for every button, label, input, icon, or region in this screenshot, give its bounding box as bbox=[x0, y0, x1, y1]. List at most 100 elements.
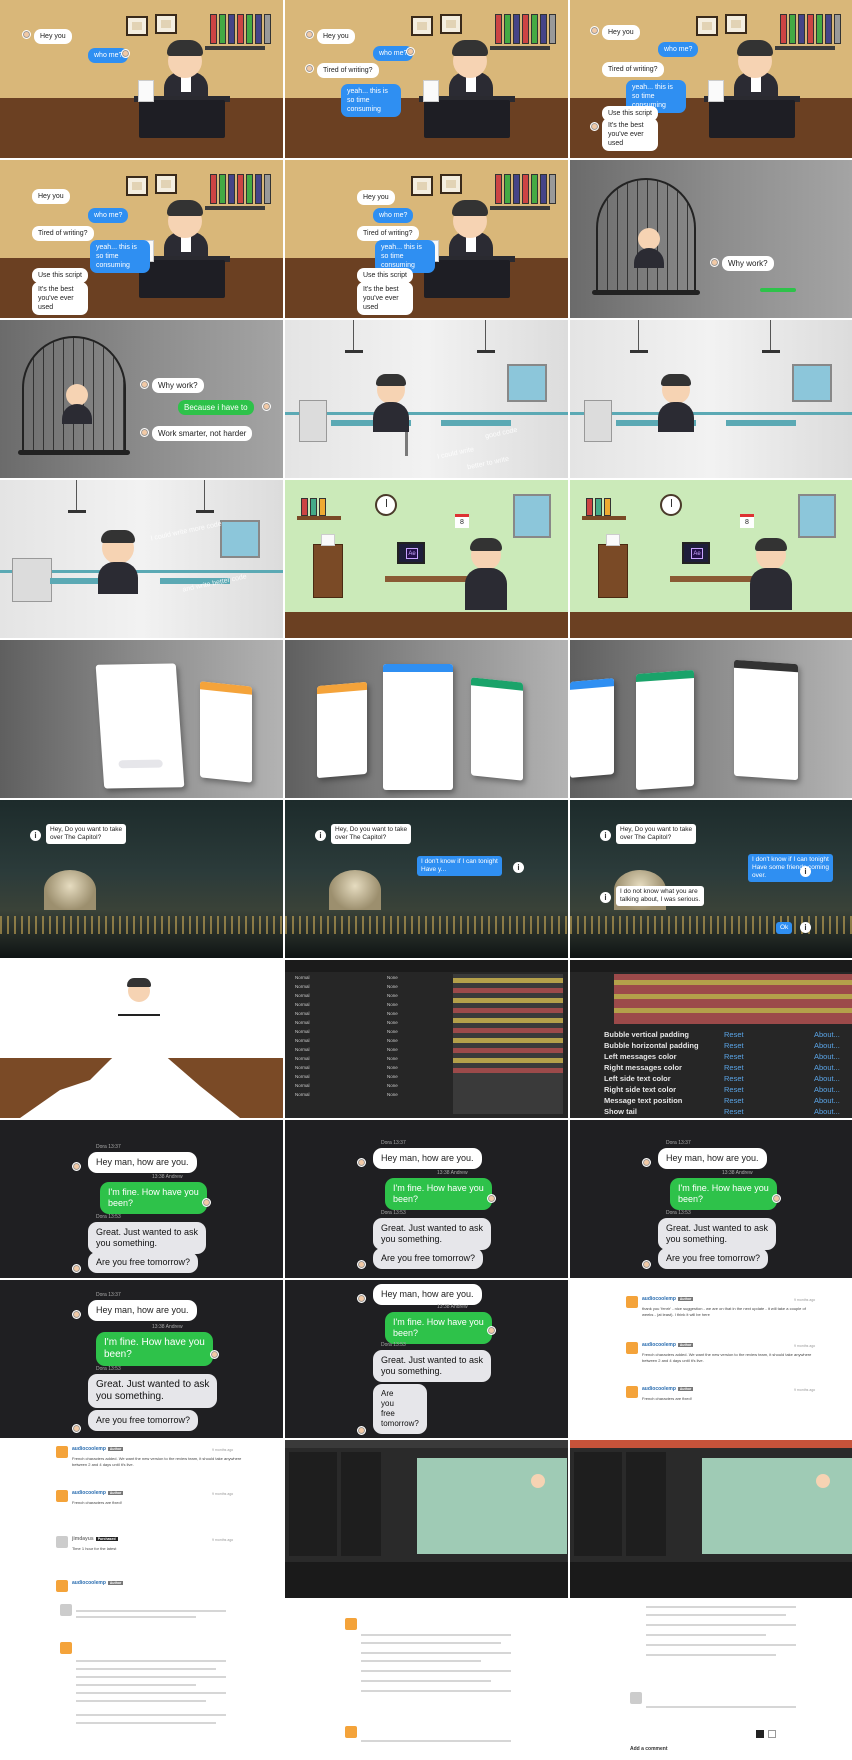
user-logo-icon bbox=[345, 1726, 357, 1738]
effect-property-row[interactable]: Right messages color Reset About... bbox=[604, 1063, 852, 1073]
layer-row[interactable]: Normal None bbox=[291, 1028, 441, 1035]
parent-value[interactable]: None bbox=[387, 1073, 398, 1080]
blend-mode[interactable]: Normal bbox=[295, 1001, 310, 1008]
app-header bbox=[636, 669, 694, 683]
layer-row[interactable]: Normal None bbox=[291, 1055, 441, 1062]
about-link[interactable]: About... bbox=[814, 1085, 840, 1095]
effect-property-row[interactable]: Message text position Reset About... bbox=[604, 1096, 852, 1106]
character-body bbox=[98, 562, 138, 594]
reset-link[interactable]: Reset bbox=[724, 1041, 744, 1051]
reset-link[interactable]: Reset bbox=[724, 1030, 744, 1040]
comment-username: audiocoolemp Author bbox=[72, 1446, 124, 1452]
layer-row[interactable]: Normal None bbox=[291, 1091, 441, 1098]
about-link[interactable]: About... bbox=[814, 1052, 840, 1062]
reset-link[interactable]: Reset bbox=[724, 1107, 744, 1117]
parent-value[interactable]: None bbox=[387, 974, 398, 981]
layer-row[interactable]: Normal None bbox=[291, 983, 441, 990]
effect-property-row[interactable]: Bubble horizontal padding Reset About... bbox=[604, 1041, 852, 1051]
layer-row[interactable]: Normal None bbox=[291, 1010, 441, 1017]
blend-mode[interactable]: Normal bbox=[295, 1064, 310, 1071]
layer-row[interactable]: Normal None bbox=[291, 974, 441, 981]
author-badge: Author bbox=[107, 1446, 124, 1451]
bubble-line: tomorrow? bbox=[381, 1419, 419, 1428]
about-link[interactable]: About... bbox=[814, 1074, 840, 1084]
chat-bubble: Hey you bbox=[602, 25, 640, 40]
tile-cage-1: Why work? bbox=[570, 160, 852, 318]
desk bbox=[709, 100, 795, 138]
layer-bar bbox=[453, 988, 563, 993]
blend-mode[interactable]: Normal bbox=[295, 1028, 310, 1035]
effect-property-row[interactable]: Left messages color Reset About... bbox=[604, 1052, 852, 1062]
blend-mode[interactable]: Normal bbox=[295, 1046, 310, 1053]
effect-property-row[interactable]: Bubble vertical padding Reset About... bbox=[604, 1030, 852, 1040]
parent-value[interactable]: None bbox=[387, 1010, 398, 1017]
layer-row[interactable]: Normal None bbox=[291, 1037, 441, 1044]
username-text: audiocoolemp bbox=[642, 1342, 676, 1348]
blend-mode[interactable]: Normal bbox=[295, 1055, 310, 1062]
tile-city-3: i Hey, Do you want to take over The Capit… bbox=[570, 800, 852, 958]
layer-row[interactable]: Normal None bbox=[291, 1019, 441, 1026]
reset-link[interactable]: Reset bbox=[724, 1096, 744, 1106]
layer-row[interactable]: Normal None bbox=[291, 1064, 441, 1071]
layer-row[interactable]: Normal None bbox=[291, 1073, 441, 1080]
comment-username: audiocoolemp Author bbox=[642, 1296, 694, 1302]
parent-value[interactable]: None bbox=[387, 1028, 398, 1035]
effect-property-row[interactable]: Left side text color Reset About... bbox=[604, 1074, 852, 1084]
blend-mode[interactable]: Normal bbox=[295, 1073, 310, 1080]
floating-text: I could write bbox=[436, 446, 475, 461]
parent-value[interactable]: None bbox=[387, 992, 398, 999]
pagination-next[interactable] bbox=[768, 1730, 776, 1738]
user-logo-icon bbox=[60, 1642, 72, 1654]
parent-value[interactable]: None bbox=[387, 1019, 398, 1026]
comment-text: thank you 'fenrir' - nice suggestion - w… bbox=[642, 1306, 806, 1317]
chat-bubble: Hey man, how are you. bbox=[373, 1284, 482, 1305]
reset-link[interactable]: Reset bbox=[724, 1074, 744, 1084]
comment-text-line bbox=[76, 1660, 226, 1662]
about-link[interactable]: About... bbox=[814, 1030, 840, 1040]
pagination-current[interactable] bbox=[756, 1730, 764, 1738]
effect-property-row[interactable]: Right side text color Reset About... bbox=[604, 1085, 852, 1095]
window bbox=[798, 494, 836, 538]
about-link[interactable]: About... bbox=[814, 1107, 840, 1117]
layer-row[interactable]: Normal None bbox=[291, 1046, 441, 1053]
timeline-header bbox=[285, 960, 568, 972]
parent-value[interactable]: None bbox=[387, 1046, 398, 1053]
avatar bbox=[357, 1260, 366, 1269]
parent-value[interactable]: None bbox=[387, 1064, 398, 1071]
comment-text-line bbox=[361, 1670, 511, 1672]
blend-mode[interactable]: Normal bbox=[295, 1082, 310, 1089]
wall-frame bbox=[440, 14, 462, 34]
layer-row[interactable]: Normal None bbox=[291, 992, 441, 999]
blend-mode[interactable]: Normal bbox=[295, 1037, 310, 1044]
parent-value[interactable]: None bbox=[387, 1082, 398, 1089]
parent-value[interactable]: None bbox=[387, 1001, 398, 1008]
effect-property-row[interactable]: Show tail Reset About... bbox=[604, 1107, 852, 1117]
app-header bbox=[570, 678, 614, 690]
parent-value[interactable]: None bbox=[387, 1055, 398, 1062]
layer-row[interactable]: Normal None bbox=[291, 1001, 441, 1008]
blend-mode[interactable]: Normal bbox=[295, 1010, 310, 1017]
blend-mode[interactable]: Normal bbox=[295, 992, 310, 999]
add-comment-heading: Add a comment bbox=[630, 1746, 668, 1752]
parent-value[interactable]: None bbox=[387, 1091, 398, 1098]
timestamp: Dora 13:53 bbox=[96, 1366, 121, 1372]
chat-bubble: I don't know if I can tonight Have y... bbox=[417, 856, 502, 876]
blend-mode[interactable]: Normal bbox=[295, 1091, 310, 1098]
parent-value[interactable]: None bbox=[387, 983, 398, 990]
layer-row[interactable]: Normal None bbox=[291, 1082, 441, 1089]
timeline-panel bbox=[285, 1562, 568, 1598]
parent-value[interactable]: None bbox=[387, 1037, 398, 1044]
reset-link[interactable]: Reset bbox=[724, 1063, 744, 1073]
blend-mode[interactable]: Normal bbox=[295, 983, 310, 990]
avatar bbox=[772, 1194, 781, 1203]
chat-bubble: who me? bbox=[88, 208, 129, 223]
phone-mockup bbox=[570, 678, 614, 778]
blend-mode[interactable]: Normal bbox=[295, 974, 310, 981]
blend-mode[interactable]: Normal bbox=[295, 1019, 310, 1026]
about-link[interactable]: About... bbox=[814, 1041, 840, 1051]
reset-link[interactable]: Reset bbox=[724, 1085, 744, 1095]
chat-bubble: Why work? bbox=[722, 256, 774, 271]
about-link[interactable]: About... bbox=[814, 1063, 840, 1073]
reset-link[interactable]: Reset bbox=[724, 1052, 744, 1062]
about-link[interactable]: About... bbox=[814, 1096, 840, 1106]
